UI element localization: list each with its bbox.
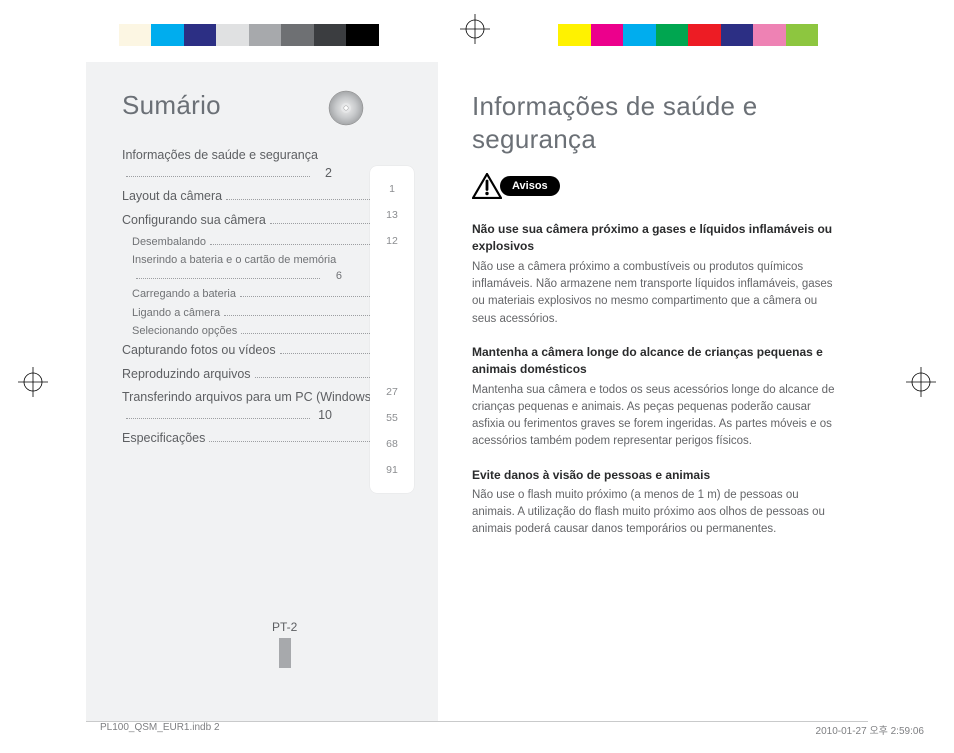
color-swatch xyxy=(591,24,624,46)
toc-leader xyxy=(126,176,310,177)
toc-label: Selecionando opções xyxy=(132,324,237,339)
toc-item: Reproduzindo arquivos9 xyxy=(122,366,408,384)
side-page-number: 55 xyxy=(370,405,414,431)
color-swatch xyxy=(558,24,591,46)
page-marker-label: PT-2 xyxy=(272,620,297,634)
toc-item: Layout da câmera4 xyxy=(122,188,408,206)
toc-label: Desembalando xyxy=(132,235,206,250)
color-swatch xyxy=(119,24,152,46)
toc-item: Ligando a câmera7 xyxy=(122,306,408,321)
footer-filename: PL100_QSM_EUR1.indb 2 xyxy=(100,722,220,737)
warning-badge: Avisos xyxy=(500,176,560,196)
color-swatch xyxy=(216,24,249,46)
page-marker: PT-2 xyxy=(272,620,297,668)
color-swatch xyxy=(314,24,347,46)
toc-column: Sumário Informações de saúde e segurança… xyxy=(86,62,438,722)
side-page-number: 91 xyxy=(370,457,414,483)
color-swatch xyxy=(786,24,819,46)
registration-mark-icon xyxy=(906,367,936,397)
cd-disc-icon xyxy=(328,90,364,126)
content-sections: Não use sua câmera próximo a gases e líq… xyxy=(472,221,838,539)
color-swatch xyxy=(721,24,754,46)
warning-badge-row: Avisos xyxy=(472,173,838,199)
color-swatch xyxy=(656,24,689,46)
section-heading: Mantenha a câmera longe do alcance de cr… xyxy=(472,344,838,379)
toc-label: Layout da câmera xyxy=(122,188,222,206)
toc-item: Selecionando opções7 xyxy=(122,324,408,339)
toc-leader xyxy=(136,278,320,279)
toc-label: Especificações xyxy=(122,430,205,448)
color-swatch xyxy=(86,24,119,46)
color-swatch xyxy=(623,24,656,46)
content-title: Informações de saúde e segurança xyxy=(472,90,838,155)
toc-item: Transferindo arquivos para um PC (Window… xyxy=(122,389,408,424)
toc-item: Capturando fotos ou vídeos8 xyxy=(122,342,408,360)
toc-leader xyxy=(226,199,386,200)
toc-item: Carregando a bateria6 xyxy=(122,287,408,302)
section-heading: Não use sua câmera próximo a gases e líq… xyxy=(472,221,838,256)
document-page: Sumário Informações de saúde e segurança… xyxy=(86,62,868,722)
color-swatch xyxy=(249,24,282,46)
toc-page: 10 xyxy=(314,407,332,425)
side-page-number: 1 xyxy=(370,176,414,202)
color-swatch xyxy=(818,24,851,46)
section-body: Não use o flash muito próximo (a menos d… xyxy=(472,487,838,539)
color-swatch xyxy=(281,24,314,46)
side-page-number: 68 xyxy=(370,431,414,457)
registration-mark-icon xyxy=(18,367,48,397)
color-swatch xyxy=(151,24,184,46)
toc-item: Especificações11 xyxy=(122,430,408,448)
toc-label: Capturando fotos ou vídeos xyxy=(122,342,276,360)
warning-triangle-icon xyxy=(472,173,502,199)
toc-label: Ligando a câmera xyxy=(132,306,220,321)
footer-divider xyxy=(86,721,868,722)
toc-label: Inserindo a bateria e o cartão de memóri… xyxy=(132,253,336,268)
color-swatch xyxy=(688,24,721,46)
toc-label: Reproduzindo arquivos xyxy=(122,366,251,384)
toc-item: Desembalando5 xyxy=(122,235,408,250)
registration-mark-icon xyxy=(460,14,490,44)
toc-page: 2 xyxy=(314,165,332,183)
side-page-number: 13 xyxy=(370,202,414,228)
toc-label: Configurando sua câmera xyxy=(122,212,266,230)
section-body: Não use a câmera próximo a combustíveis … xyxy=(472,259,838,328)
toc-page: 6 xyxy=(324,269,342,284)
content-column: Informações de saúde e segurança Avisos … xyxy=(438,62,868,722)
toc-leader xyxy=(224,315,386,316)
toc-label: Carregando a bateria xyxy=(132,287,236,302)
toc-label: Transferindo arquivos para um PC (Window… xyxy=(122,389,375,407)
printer-color-bar-right xyxy=(558,24,851,46)
toc-leader xyxy=(270,223,386,224)
toc-leader xyxy=(209,441,386,442)
toc-title: Sumário xyxy=(122,90,408,121)
toc-leader xyxy=(240,296,386,297)
side-page-number: 27 xyxy=(370,379,414,405)
color-swatch xyxy=(184,24,217,46)
color-swatch xyxy=(346,24,379,46)
color-swatch xyxy=(753,24,786,46)
section-body: Mantenha sua câmera e todos os seus aces… xyxy=(472,382,838,451)
toc-leader xyxy=(126,418,310,419)
toc-item: Configurando sua câmera5 xyxy=(122,212,408,230)
toc-leader xyxy=(255,377,386,378)
toc-list: Informações de saúde e segurança2 Layout … xyxy=(122,147,408,448)
toc-leader xyxy=(241,333,386,334)
toc-item: Informações de saúde e segurança2 xyxy=(122,147,408,182)
side-page-numbers: 1131227556891 xyxy=(370,166,414,493)
page-marker-bar xyxy=(279,638,291,668)
footer-timestamp: 2010-01-27 오후 2:59:06 xyxy=(816,722,924,737)
print-footer: PL100_QSM_EUR1.indb 2 2010-01-27 오후 2:59… xyxy=(100,722,924,737)
toc-item: Inserindo a bateria e o cartão de memóri… xyxy=(122,253,408,284)
side-page-number: 12 xyxy=(370,228,414,379)
toc-label: Informações de saúde e segurança xyxy=(122,147,318,165)
printer-color-bar-left xyxy=(86,24,379,46)
toc-leader xyxy=(210,244,386,245)
section-heading: Evite danos à visão de pessoas e animais xyxy=(472,467,838,484)
